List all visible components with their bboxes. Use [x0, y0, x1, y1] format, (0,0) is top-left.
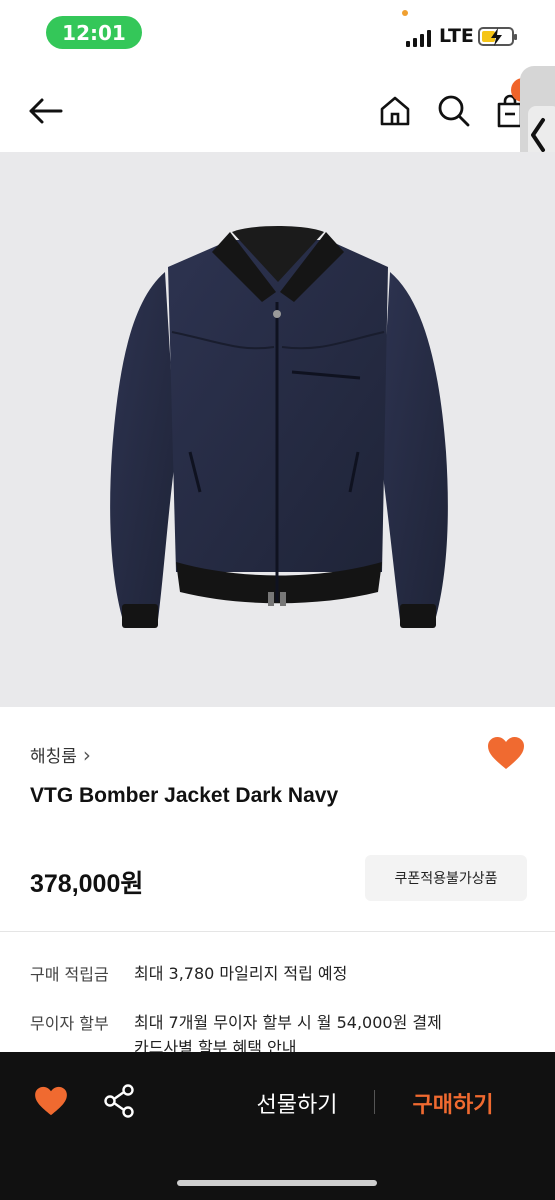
- heart-icon: [488, 737, 524, 769]
- section-divider: [0, 931, 555, 932]
- top-navigation: [0, 66, 555, 152]
- buy-button[interactable]: 구매하기: [388, 1084, 518, 1122]
- home-icon: [380, 96, 410, 126]
- wishlist-button[interactable]: [487, 736, 527, 774]
- bottom-wishlist-button[interactable]: [34, 1086, 70, 1118]
- search-icon: [438, 95, 470, 127]
- product-title: VTG Bomber Jacket Dark Navy: [30, 784, 339, 807]
- status-time: 12:01: [46, 16, 142, 49]
- chevron-left-icon: [531, 118, 545, 152]
- battery-icon: [478, 27, 517, 46]
- network-type: LTE: [439, 25, 474, 47]
- product-price: 378,000원: [30, 870, 144, 898]
- gift-button[interactable]: 선물하기: [230, 1084, 364, 1122]
- jacket-image: [110, 226, 448, 628]
- share-icon: [104, 1084, 134, 1118]
- home-button[interactable]: [374, 88, 416, 134]
- coupon-status-chip: 쿠폰적용불가상품: [365, 855, 527, 901]
- heart-icon: [35, 1086, 67, 1116]
- privacy-indicator: [402, 10, 408, 16]
- info-value: 최대 3,780 마일리지 적립 예정: [134, 964, 348, 983]
- home-indicator[interactable]: [177, 1180, 377, 1186]
- chevron-right-icon: ›: [82, 742, 91, 767]
- info-label: 구매 적립금: [30, 965, 109, 984]
- product-image[interactable]: [0, 152, 555, 707]
- search-button[interactable]: [432, 88, 476, 134]
- brand-name: 해칭룸: [30, 747, 77, 767]
- info-value: 최대 7개월 무이자 할부 시 월 54,000원 결제: [134, 1013, 442, 1032]
- brand-link[interactable]: 해칭룸 ›: [30, 742, 91, 768]
- share-button[interactable]: [103, 1084, 137, 1120]
- info-row-points: 구매 적립금 최대 3,780 마일리지 적립 예정: [30, 961, 347, 986]
- status-bar: 12:01 LTE: [0, 0, 555, 66]
- back-arrow-icon: [29, 98, 63, 124]
- bottom-action-bar: 선물하기 구매하기: [0, 1052, 555, 1200]
- signal-icon: [406, 29, 431, 47]
- back-button[interactable]: [22, 88, 68, 134]
- button-separator: [374, 1090, 375, 1114]
